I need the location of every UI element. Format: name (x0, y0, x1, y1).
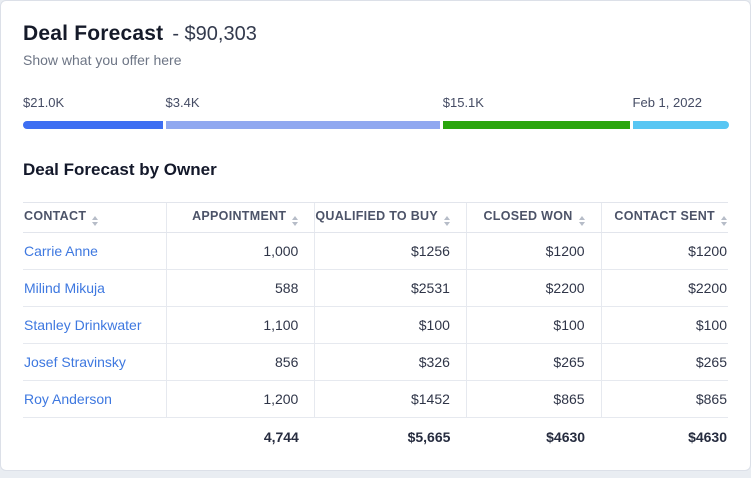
totals-empty-cell (23, 418, 167, 457)
deal-forecast-table: Contact Appointment Qualified to buy Clo… (23, 202, 728, 457)
contact-link[interactable]: Stanley Drinkwater (24, 317, 142, 333)
sort-arrows-icon[interactable] (444, 216, 450, 226)
sort-arrows-icon[interactable] (92, 216, 98, 226)
contact-link[interactable]: Josef Stravinsky (24, 354, 126, 370)
column-header-qualified-to-buy[interactable]: Qualified to buy (315, 203, 467, 233)
appointment-value: 1,200 (167, 381, 315, 418)
qualified-to-buy-value: $1452 (315, 381, 467, 418)
column-header-appointment[interactable]: Appointment (167, 203, 315, 233)
qualified-to-buy-value: $2531 (315, 270, 467, 307)
qualified-to-buy-value: $1256 (315, 233, 467, 270)
appointment-value: 856 (167, 344, 315, 381)
appointment-value: 1,000 (167, 233, 315, 270)
deal-forecast-card: Deal Forecast - $90,303 Show what you of… (0, 0, 751, 471)
sort-arrows-icon[interactable] (292, 216, 298, 226)
appointment-total: 4,744 (167, 418, 315, 457)
column-header-closed-won[interactable]: Closed won (466, 203, 601, 233)
progress-segment (166, 121, 440, 129)
progress-segment-label: Feb 1, 2022 (633, 95, 702, 110)
progress-segment-label: $21.0K (23, 95, 64, 110)
closed-won-value: $100 (466, 307, 601, 344)
closed-won-value: $2200 (466, 270, 601, 307)
contact-link[interactable]: Milind Mikuja (24, 280, 105, 296)
closed-won-total: $4630 (466, 418, 601, 457)
qualified-to-buy-value: $100 (315, 307, 467, 344)
contact-sent-value: $1200 (601, 233, 728, 270)
forecast-progress-section: $21.0K $3.4K $15.1K Feb 1, 2022 (23, 95, 728, 129)
appointment-value: 1,100 (167, 307, 315, 344)
table-row: Stanley Drinkwater 1,100 $100 $100 $100 (23, 307, 728, 344)
sort-arrows-icon[interactable] (579, 216, 585, 226)
progress-segment (23, 121, 163, 129)
closed-won-value: $1200 (466, 233, 601, 270)
table-row: Milind Mikuja 588 $2531 $2200 $2200 (23, 270, 728, 307)
contact-link[interactable]: Roy Anderson (24, 391, 112, 407)
qualified-to-buy-total: $5,665 (315, 418, 467, 457)
contact-sent-value: $865 (601, 381, 728, 418)
page-title: Deal Forecast (23, 22, 163, 46)
column-header-contact[interactable]: Contact (23, 203, 167, 233)
table-header-row: Contact Appointment Qualified to buy Clo… (23, 203, 728, 233)
contact-sent-value: $2200 (601, 270, 728, 307)
progress-labels: $21.0K $3.4K $15.1K Feb 1, 2022 (23, 95, 728, 111)
closed-won-value: $865 (466, 381, 601, 418)
forecast-progress-bar (23, 121, 728, 129)
table-row: Josef Stravinsky 856 $326 $265 $265 (23, 344, 728, 381)
contact-sent-total: $4630 (601, 418, 728, 457)
card-header: Deal Forecast - $90,303 (23, 22, 728, 46)
table-row: Carrie Anne 1,000 $1256 $1200 $1200 (23, 233, 728, 270)
progress-segment-label: $3.4K (166, 95, 200, 110)
closed-won-value: $265 (466, 344, 601, 381)
contact-link[interactable]: Carrie Anne (24, 243, 98, 259)
forecast-total-amount: - $90,303 (172, 23, 257, 46)
contact-sent-value: $265 (601, 344, 728, 381)
table-totals-row: 4,744 $5,665 $4630 $4630 (23, 418, 728, 457)
progress-segment (443, 121, 630, 129)
qualified-to-buy-value: $326 (315, 344, 467, 381)
progress-segment (633, 121, 729, 129)
contact-sent-value: $100 (601, 307, 728, 344)
table-title: Deal Forecast by Owner (23, 160, 728, 180)
sort-arrows-icon[interactable] (721, 216, 727, 226)
appointment-value: 588 (167, 270, 315, 307)
column-header-contact-sent[interactable]: Contact sent (601, 203, 728, 233)
progress-segment-label: $15.1K (443, 95, 484, 110)
table-row: Roy Anderson 1,200 $1452 $865 $865 (23, 381, 728, 418)
page-subtitle: Show what you offer here (23, 52, 728, 68)
